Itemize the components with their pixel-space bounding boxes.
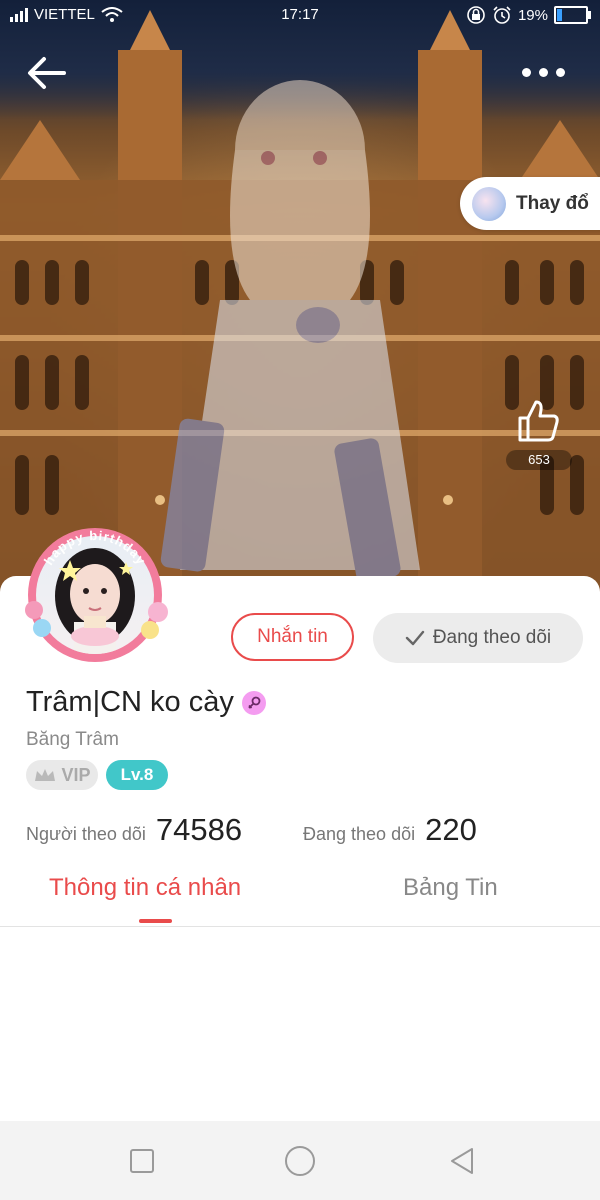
display-name: Trâm|CN ko cày: [26, 686, 234, 718]
profile-tabs: Thông tin cá nhân Bảng Tin: [0, 868, 600, 927]
lock-rotation-icon: [467, 6, 485, 24]
change-cover-thumbnail: [472, 186, 506, 221]
change-cover-label: Thay đổ: [516, 192, 589, 214]
battery-icon: [554, 6, 591, 24]
profile-badges: VIP Lv.8: [26, 760, 168, 790]
home-icon[interactable]: [284, 1145, 316, 1177]
profile-stats: Người theo dõi 74586 Đang theo dõi 220: [26, 812, 586, 852]
following-button-label: Đang theo dõi: [432, 627, 552, 648]
vip-badge[interactable]: VIP: [26, 760, 98, 790]
message-button[interactable]: Nhắn tin: [231, 613, 354, 661]
vip-badge-label: VIP: [61, 764, 91, 785]
change-cover-button[interactable]: Thay đổ: [460, 177, 600, 230]
followers-label: Người theo dõi: [26, 824, 146, 844]
active-tab-indicator: [139, 919, 172, 923]
nav-back-icon[interactable]: [446, 1145, 478, 1177]
avatar-frame-decoration: happy birthday: [25, 528, 168, 639]
status-right: 19%: [466, 6, 591, 24]
more-dot-icon: [522, 67, 531, 77]
avatar[interactable]: happy birthday: [20, 520, 170, 670]
following-button[interactable]: Đang theo dõi: [373, 613, 583, 663]
svg-text:happy birthday: happy birthday: [41, 528, 149, 568]
tab-news-feed[interactable]: Bảng Tin: [403, 874, 498, 902]
following-label: Đang theo dõi: [303, 824, 416, 844]
recent-apps-icon[interactable]: [126, 1145, 158, 1177]
alarm-clock-icon: [493, 6, 511, 24]
like-count: 653: [506, 450, 572, 470]
followers-stat[interactable]: Người theo dõi 74586: [26, 812, 242, 848]
profile-cover: VIETTEL 17:17 19% Thay đổ 653: [0, 0, 600, 600]
tab-personal-info[interactable]: Thông tin cá nhân: [49, 874, 241, 902]
check-icon: [405, 630, 425, 646]
crown-icon: [35, 769, 56, 781]
more-dot-icon: [556, 67, 565, 77]
female-gender-icon: [241, 690, 266, 715]
system-navigation-bar: [0, 1121, 600, 1200]
level-badge[interactable]: Lv.8: [106, 760, 168, 790]
more-options-button[interactable]: [522, 60, 570, 84]
username: Băng Trâm: [26, 729, 119, 750]
profile-name-row: Trâm|CN ko cày: [26, 686, 266, 719]
battery-level-fill: [557, 9, 562, 21]
followers-count: 74586: [155, 812, 243, 847]
following-count: 220: [425, 812, 477, 847]
battery-percent: 19%: [517, 6, 548, 24]
back-arrow-icon[interactable]: [22, 50, 72, 96]
status-bar: VIETTEL 17:17 19%: [0, 0, 600, 30]
more-dot-icon: [539, 67, 548, 77]
following-stat[interactable]: Đang theo dõi 220: [303, 812, 477, 848]
thumbs-up-icon[interactable]: [516, 398, 560, 444]
cover-building-illustration: [0, 10, 600, 600]
